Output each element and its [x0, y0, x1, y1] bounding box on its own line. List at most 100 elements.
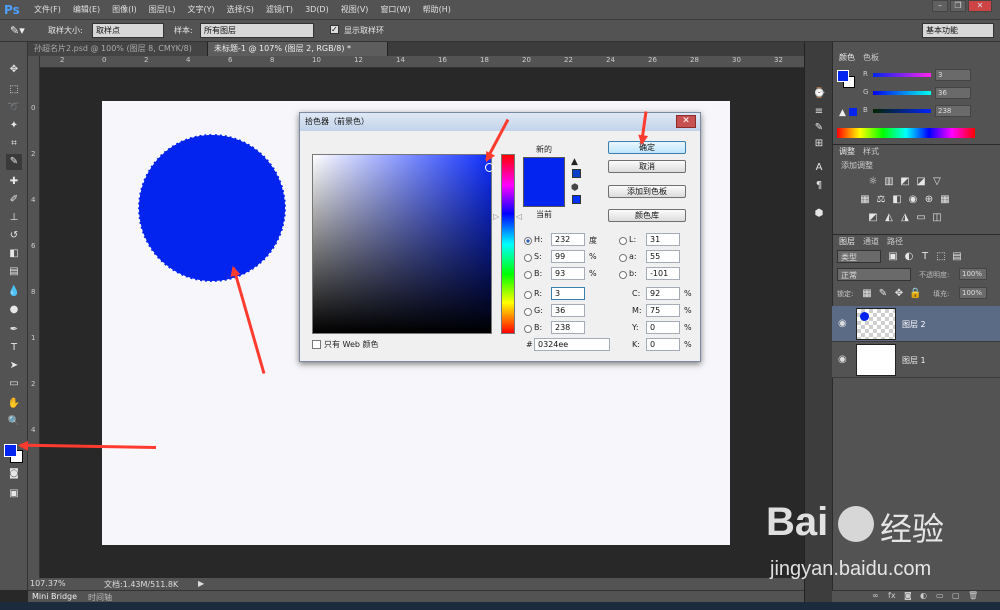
- cyan-input[interactable]: 92: [646, 287, 680, 300]
- history-panel-icon[interactable]: ⌚: [813, 88, 825, 100]
- new-adjustment-icon[interactable]: ◐: [920, 591, 927, 600]
- color-balance-icon[interactable]: ⚖: [875, 194, 887, 206]
- hex-input[interactable]: 0324ee: [534, 338, 610, 351]
- workspace-select[interactable]: 基本功能: [922, 23, 994, 38]
- blue-slider[interactable]: [873, 109, 931, 113]
- lightness-input[interactable]: 31: [646, 233, 680, 246]
- brightness-icon[interactable]: ☼: [867, 176, 879, 188]
- menu-select[interactable]: 选择(S): [221, 0, 260, 20]
- clone-source-icon[interactable]: ⊞: [813, 138, 825, 150]
- healing-tool-icon[interactable]: ✚: [6, 174, 22, 190]
- magenta-input[interactable]: 75: [646, 304, 680, 317]
- menu-edit[interactable]: 编辑(E): [67, 0, 106, 20]
- tab-layers[interactable]: 图层: [839, 236, 855, 248]
- paragraph-panel-icon[interactable]: ¶: [813, 180, 825, 192]
- blue-radio[interactable]: [524, 325, 532, 333]
- dodge-tool-icon[interactable]: ●: [6, 302, 22, 318]
- visibility-eye-icon[interactable]: ◉: [838, 354, 847, 365]
- web-safe-swatch[interactable]: [572, 195, 581, 204]
- green-channel-value[interactable]: 36: [935, 87, 971, 99]
- red-channel-value[interactable]: 3: [935, 69, 971, 81]
- trash-icon[interactable]: 🗑: [968, 591, 978, 600]
- move-tool-icon[interactable]: ✥: [6, 62, 22, 78]
- posterize-icon[interactable]: ◭: [883, 212, 895, 224]
- character-panel-icon[interactable]: A: [813, 162, 825, 174]
- green-slider[interactable]: [873, 91, 931, 95]
- lasso-tool-icon[interactable]: ➰: [6, 100, 22, 116]
- filter-pixel-icon[interactable]: ▣: [887, 251, 899, 263]
- eyedropper-icon[interactable]: ✎▾: [10, 24, 25, 37]
- black-white-icon[interactable]: ◧: [891, 194, 903, 206]
- yellow-input[interactable]: 0: [646, 321, 680, 334]
- photo-filter-icon[interactable]: ◉: [907, 194, 919, 206]
- stamp-tool-icon[interactable]: ⊥: [6, 210, 22, 226]
- color-lookup-icon[interactable]: ▦: [939, 194, 951, 206]
- type-tool-icon[interactable]: T: [6, 340, 22, 356]
- marquee-tool-icon[interactable]: ⬚: [6, 82, 22, 98]
- fill-input[interactable]: 100%: [959, 287, 987, 299]
- gradient-map-icon[interactable]: ▭: [915, 212, 927, 224]
- brush-panel-icon[interactable]: ✎: [813, 122, 825, 134]
- layer-filter-select[interactable]: 类型: [837, 250, 881, 263]
- panel-warning-icon[interactable]: ▲: [839, 108, 846, 118]
- tab-swatches[interactable]: 色板: [863, 52, 879, 64]
- black-input[interactable]: 0: [646, 338, 680, 351]
- crop-tool-icon[interactable]: ⌗: [6, 136, 22, 152]
- link-layers-icon[interactable]: ∞: [872, 591, 879, 600]
- filter-shape-icon[interactable]: ⬚: [935, 251, 947, 263]
- zoom-tool-icon[interactable]: 🔍: [6, 414, 22, 430]
- selective-color-icon[interactable]: ◫: [931, 212, 943, 224]
- menu-help[interactable]: 帮助(H): [417, 0, 457, 20]
- opacity-input[interactable]: 100%: [959, 268, 987, 280]
- menu-3d[interactable]: 3D(D): [299, 0, 335, 20]
- menu-image[interactable]: 图像(I): [106, 0, 143, 20]
- gradient-tool-icon[interactable]: ▤: [6, 264, 22, 280]
- menu-layer[interactable]: 图层(L): [143, 0, 182, 20]
- tab-paths[interactable]: 路径: [887, 236, 903, 248]
- add-to-swatches-button[interactable]: 添加到色板: [608, 185, 686, 198]
- path-select-tool-icon[interactable]: ➤: [6, 358, 22, 374]
- lock-transparent-icon[interactable]: ▦: [861, 288, 873, 300]
- lock-position-icon[interactable]: ✥: [893, 288, 905, 300]
- shape-tool-icon[interactable]: ▭: [6, 376, 22, 392]
- saturation-radio[interactable]: [524, 254, 532, 262]
- pen-tool-icon[interactable]: ✒: [6, 322, 22, 338]
- b-input[interactable]: -101: [646, 267, 680, 280]
- hand-tool-icon[interactable]: ✋: [6, 396, 22, 412]
- hue-slider-handle-left-icon[interactable]: ▷: [493, 212, 499, 221]
- b-radio[interactable]: [619, 271, 627, 279]
- web-cube-icon[interactable]: ⬢: [571, 183, 579, 193]
- brightness-input[interactable]: 93: [551, 267, 585, 280]
- properties-panel-icon[interactable]: ≡: [813, 106, 825, 118]
- green-radio[interactable]: [524, 308, 532, 316]
- restore-button[interactable]: ❐: [950, 0, 966, 12]
- hue-slider-handle-right-icon[interactable]: ◁: [516, 212, 522, 221]
- blend-mode-select[interactable]: 正常: [837, 268, 911, 281]
- status-arrow-icon[interactable]: ▶: [198, 579, 204, 588]
- lock-all-icon[interactable]: 🔒: [909, 288, 921, 300]
- add-mask-icon[interactable]: ◙: [904, 591, 912, 600]
- current-color-swatch[interactable]: [523, 183, 565, 207]
- new-group-icon[interactable]: ▭: [936, 591, 944, 600]
- vibrance-icon[interactable]: ▽: [931, 176, 943, 188]
- invert-icon[interactable]: ◩: [867, 212, 879, 224]
- tab-untitled[interactable]: 未标题-1 @ 107% (图层 2, RGB/8) *: [208, 42, 388, 56]
- eraser-tool-icon[interactable]: ◧: [6, 246, 22, 262]
- layer-name[interactable]: 图层 2: [902, 319, 926, 330]
- saturation-brightness-field[interactable]: [312, 154, 494, 334]
- layer-name[interactable]: 图层 1: [902, 355, 926, 366]
- cancel-button[interactable]: 取消: [608, 160, 686, 173]
- color-spectrum-bar[interactable]: [837, 128, 975, 138]
- color-libraries-button[interactable]: 颜色库: [608, 209, 686, 222]
- screen-mode-icon[interactable]: ▣: [6, 486, 22, 502]
- threshold-icon[interactable]: ◮: [899, 212, 911, 224]
- curves-icon[interactable]: ◩: [899, 176, 911, 188]
- foreground-color-swatch[interactable]: [4, 444, 17, 457]
- red-radio[interactable]: [524, 291, 532, 299]
- a-radio[interactable]: [619, 254, 627, 262]
- sample-select[interactable]: 所有图层: [200, 23, 314, 38]
- panel-gamut-swatch[interactable]: [849, 108, 857, 116]
- menu-filter[interactable]: 滤镜(T): [260, 0, 299, 20]
- minimize-button[interactable]: –: [932, 0, 948, 12]
- panel-fg-swatch[interactable]: [837, 70, 849, 82]
